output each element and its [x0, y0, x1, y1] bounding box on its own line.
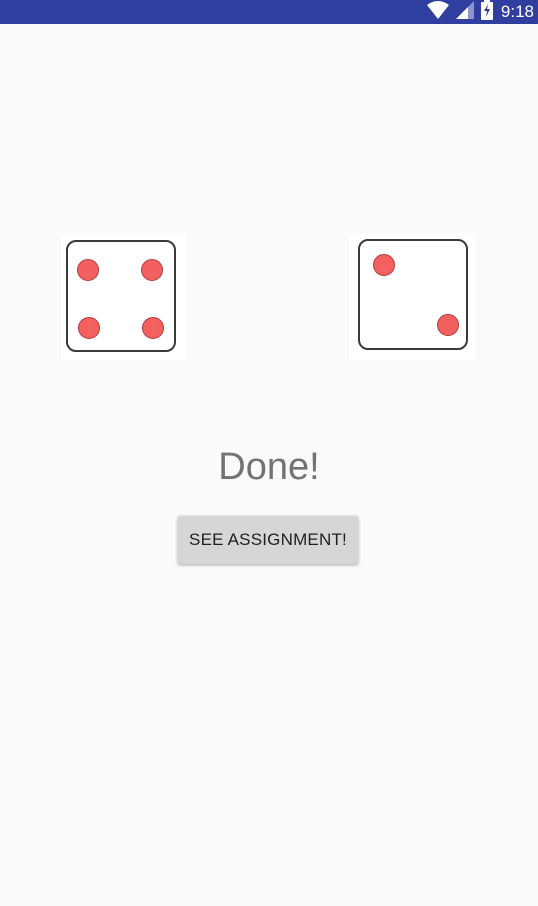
battery-charging-icon: [480, 0, 494, 25]
die-pip: [141, 259, 163, 281]
signal-icon: [455, 0, 475, 25]
result-text: Done!: [218, 446, 320, 488]
die-face-two-icon: [358, 239, 468, 350]
die-pip: [142, 317, 164, 339]
see-assignment-button[interactable]: SEE ASSIGNMENT!: [178, 516, 358, 564]
status-icons: 9:18: [426, 0, 534, 24]
die-pip: [77, 259, 99, 281]
right-die: [349, 233, 476, 360]
die-face-four-icon: [66, 240, 176, 352]
status-bar: 9:18: [0, 0, 538, 24]
die-pip: [373, 254, 395, 276]
die-pip: [78, 317, 100, 339]
die-pip: [437, 314, 459, 336]
left-die: [61, 233, 186, 360]
wifi-icon: [426, 0, 450, 25]
status-time: 9:18: [500, 2, 534, 21]
